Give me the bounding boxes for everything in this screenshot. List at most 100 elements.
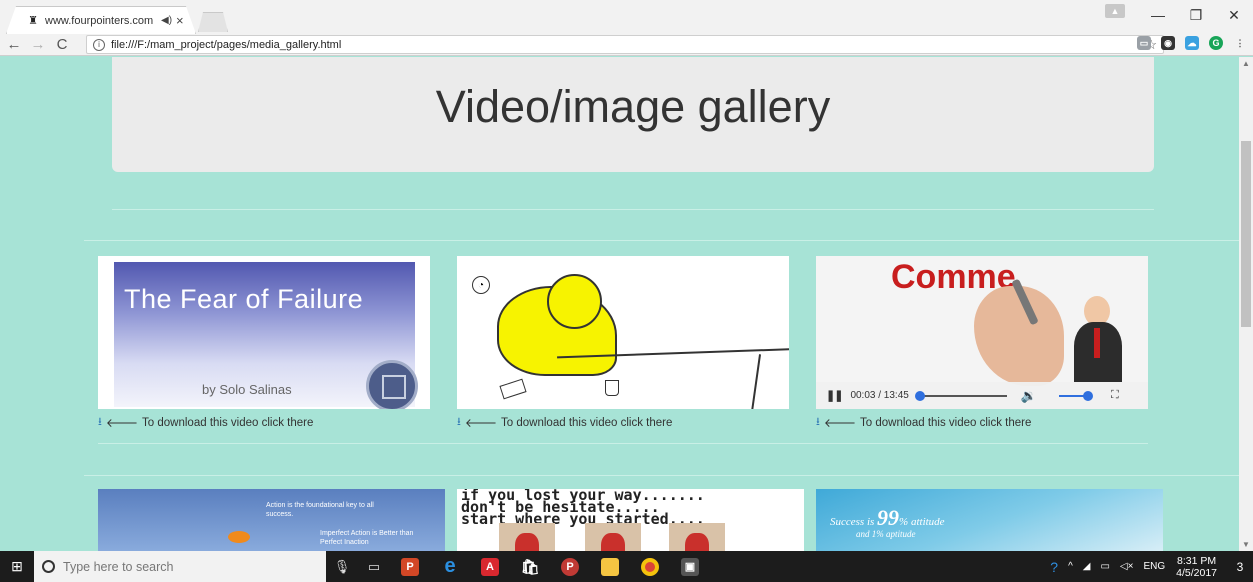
clock-date: 4/5/2017 bbox=[1176, 566, 1217, 579]
taskbar-edge[interactable]: e bbox=[430, 551, 470, 582]
paper-icon bbox=[499, 378, 527, 400]
audio-playing-icon[interactable]: ◀) bbox=[161, 15, 172, 26]
profile-icon[interactable]: ▲ bbox=[1105, 4, 1125, 18]
extensions-area: ▭ ◉ ☁ G ⋮ bbox=[1137, 36, 1247, 50]
seek-bar[interactable] bbox=[914, 390, 1007, 401]
divider bbox=[84, 240, 1239, 241]
window-controls: ▲ — ❐ ✕ bbox=[1105, 0, 1253, 34]
video-poster: The Fear of Failure by Solo Salinas bbox=[114, 262, 418, 409]
taskbar-explorer[interactable] bbox=[590, 551, 630, 582]
restore-button[interactable]: ❐ bbox=[1177, 0, 1215, 30]
taskbar-publisher[interactable]: P bbox=[550, 551, 590, 582]
download-link[interactable]: ⭳ 🡐 To download this video click there bbox=[816, 413, 1031, 432]
reload-button[interactable]: C bbox=[52, 36, 72, 53]
tab-close-icon[interactable]: × bbox=[176, 13, 184, 28]
back-button[interactable]: ← bbox=[4, 36, 24, 53]
video-thumbnail-fear-of-failure[interactable]: The Fear of Failure by Solo Salinas bbox=[98, 256, 430, 409]
taskbar-search[interactable]: Type here to search bbox=[34, 551, 326, 582]
minimize-button[interactable]: — bbox=[1139, 0, 1177, 30]
battery-icon[interactable]: ▭ bbox=[1100, 561, 1109, 572]
poster-title: The Fear of Failure bbox=[124, 284, 364, 314]
video-thumbnail-stressed-figure[interactable]: ◔ bbox=[457, 256, 789, 409]
cartoon-head bbox=[547, 274, 602, 329]
download-link[interactable]: ⭳ 🡐 To download this video click there bbox=[457, 413, 672, 432]
scroll-up-icon[interactable]: ▲ bbox=[1242, 59, 1250, 68]
seek-knob[interactable] bbox=[914, 390, 925, 401]
address-bar[interactable]: i file:///F:/mam_project/pages/media_gal… bbox=[86, 35, 1164, 54]
volume-slider[interactable] bbox=[1059, 390, 1094, 401]
page-scrollbar[interactable]: ▲ ▼ bbox=[1239, 57, 1253, 551]
divider bbox=[84, 475, 1239, 476]
video-player[interactable]: Comme ❚❚ 00:03 / 13:45 🔉 ⛶ bbox=[816, 256, 1148, 409]
download-text[interactable]: To download this video click there bbox=[501, 417, 672, 429]
grammarly-extension-icon[interactable]: G bbox=[1209, 36, 1223, 50]
video-thumbnail-lost-your-way[interactable]: if you lost your way....... don't be hes… bbox=[457, 489, 804, 551]
download-link[interactable]: ⭳ 🡐 To download this video click there bbox=[98, 413, 313, 432]
powerpoint-icon: P bbox=[401, 557, 419, 576]
search-placeholder[interactable]: Type here to search bbox=[63, 560, 173, 574]
arrow-left-icon: 🡐 bbox=[823, 416, 857, 430]
new-tab-button[interactable] bbox=[198, 12, 228, 32]
help-icon[interactable]: ? bbox=[1050, 559, 1058, 575]
cloud-extension-icon[interactable]: ☁ bbox=[1185, 36, 1199, 50]
menu-icon[interactable]: ⋮ bbox=[1233, 36, 1247, 50]
thumbnail-caption: if you lost your way....... don't be hes… bbox=[461, 489, 705, 528]
taskbar-acrobat[interactable]: A bbox=[470, 551, 510, 582]
desk-leg bbox=[750, 354, 761, 409]
language-indicator[interactable]: ENG bbox=[1143, 561, 1165, 572]
chevron-up-icon[interactable]: ^ bbox=[1068, 561, 1073, 572]
video-thumbnail-success-attitude[interactable]: Success is 99% attitude and 1% aptitude bbox=[816, 489, 1163, 551]
folder-icon bbox=[601, 557, 619, 576]
quote-text: Action is the foundational key to all su… bbox=[266, 502, 374, 518]
thumbnail-photo bbox=[499, 523, 555, 551]
taskbar-chrome[interactable] bbox=[630, 551, 670, 582]
tab-strip: ♜ www.fourpointers.com ◀) × ▲ — ❐ ✕ bbox=[0, 0, 1253, 34]
edge-icon: e bbox=[444, 555, 456, 577]
quote-text: Imperfect Action is Better than Perfect … bbox=[320, 530, 414, 546]
cast-extension-icon[interactable]: ▭ bbox=[1137, 36, 1151, 50]
download-text[interactable]: To download this video click there bbox=[860, 417, 1031, 429]
goldfish-icon bbox=[228, 531, 250, 543]
cortana-icon bbox=[42, 560, 55, 573]
success-prefix: Success is bbox=[830, 516, 875, 528]
success-suffix: % attitude bbox=[899, 516, 945, 528]
browser-tab[interactable]: ♜ www.fourpointers.com ◀) × bbox=[6, 6, 196, 34]
notification-count: 3 bbox=[1236, 559, 1244, 574]
taskbar-powerpoint[interactable]: P bbox=[390, 551, 430, 582]
incognito-extension-icon[interactable]: ◉ bbox=[1161, 36, 1175, 50]
photos-icon: ▣ bbox=[681, 557, 699, 576]
download-icon: ⭳ bbox=[816, 416, 820, 428]
clock-icon: ◔ bbox=[472, 276, 490, 294]
taskbar-store[interactable]: 🛍 bbox=[510, 551, 550, 582]
drawing-hand bbox=[974, 286, 1064, 386]
microphone-icon[interactable]: 🎙 bbox=[326, 551, 358, 582]
clock-time: 8:31 PM bbox=[1177, 554, 1217, 567]
network-icon[interactable]: ◢ bbox=[1083, 561, 1091, 572]
cup-icon bbox=[605, 380, 619, 396]
poster-author: by Solo Salinas bbox=[202, 382, 292, 397]
taskbar-photos[interactable]: ▣ bbox=[670, 551, 710, 582]
system-clock[interactable]: 8:31 PM 4/5/2017 bbox=[1176, 555, 1217, 579]
task-view-icon[interactable]: ▭ bbox=[358, 551, 390, 582]
volume-icon[interactable]: 🔉 bbox=[1021, 388, 1037, 404]
volume-knob[interactable] bbox=[1083, 390, 1094, 401]
arrow-left-icon: 🡐 bbox=[464, 416, 498, 430]
volume-muted-icon[interactable]: ◁× bbox=[1120, 561, 1134, 572]
download-text[interactable]: To download this video click there bbox=[142, 417, 313, 429]
divider bbox=[98, 443, 1148, 444]
url-text[interactable]: file:///F:/mam_project/pages/media_galle… bbox=[111, 39, 341, 51]
cartoon-tie bbox=[1094, 328, 1100, 358]
pause-icon[interactable]: ❚❚ bbox=[826, 389, 843, 402]
scroll-thumb[interactable] bbox=[1241, 141, 1251, 327]
windows-taskbar: ⊞ Type here to search 🎙 ▭ P e A 🛍 P ▣ ? … bbox=[0, 551, 1253, 582]
close-window-button[interactable]: ✕ bbox=[1215, 0, 1253, 30]
info-icon[interactable]: i bbox=[93, 38, 105, 51]
forward-button[interactable]: → bbox=[28, 36, 48, 53]
page-title: Video/image gallery bbox=[435, 80, 831, 132]
fourpointers-logo-icon: ♜ bbox=[28, 15, 38, 27]
windows-start-icon[interactable]: ⊞ bbox=[0, 558, 34, 575]
action-center-icon[interactable]: 3 bbox=[1227, 551, 1253, 582]
scroll-down-icon[interactable]: ▼ bbox=[1242, 540, 1250, 549]
video-thumbnail-action-quote[interactable]: Action is the foundational key to all su… bbox=[98, 489, 445, 551]
fullscreen-icon[interactable]: ⛶ bbox=[1111, 389, 1119, 402]
